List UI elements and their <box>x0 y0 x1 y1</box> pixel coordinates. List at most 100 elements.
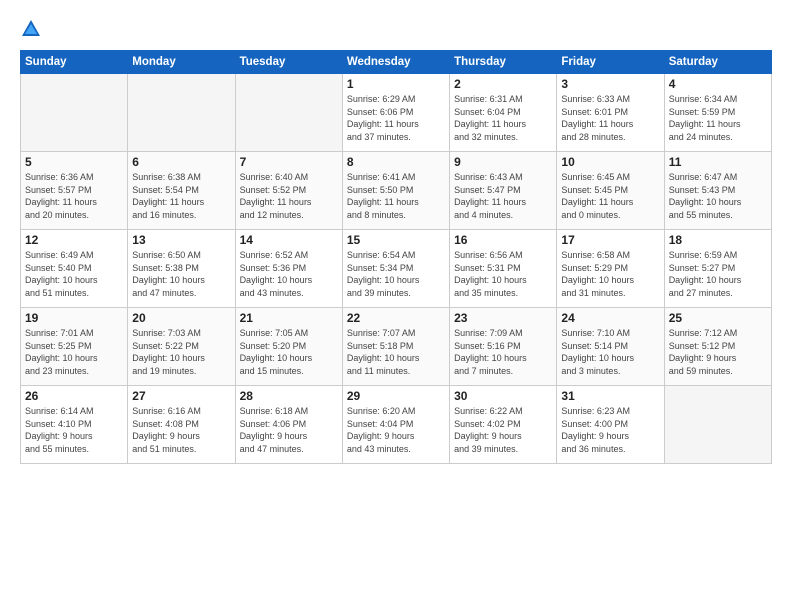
day-info: Sunrise: 6:43 AM Sunset: 5:47 PM Dayligh… <box>454 171 552 221</box>
day-info: Sunrise: 6:34 AM Sunset: 5:59 PM Dayligh… <box>669 93 767 143</box>
page: SundayMondayTuesdayWednesdayThursdayFrid… <box>0 0 792 612</box>
day-number: 1 <box>347 77 445 91</box>
day-info: Sunrise: 6:47 AM Sunset: 5:43 PM Dayligh… <box>669 171 767 221</box>
calendar-cell: 9 Sunrise: 6:43 AM Sunset: 5:47 PM Daylig… <box>450 152 557 230</box>
calendar-header-sunday: Sunday <box>21 51 128 74</box>
day-info: Sunrise: 6:49 AM Sunset: 5:40 PM Dayligh… <box>25 249 123 299</box>
calendar-cell: 2 Sunrise: 6:31 AM Sunset: 6:04 PM Daylig… <box>450 74 557 152</box>
day-number: 29 <box>347 389 445 403</box>
day-info: Sunrise: 6:52 AM Sunset: 5:36 PM Dayligh… <box>240 249 338 299</box>
day-info: Sunrise: 7:07 AM Sunset: 5:18 PM Dayligh… <box>347 327 445 377</box>
day-number: 7 <box>240 155 338 169</box>
day-info: Sunrise: 6:36 AM Sunset: 5:57 PM Dayligh… <box>25 171 123 221</box>
day-info: Sunrise: 6:18 AM Sunset: 4:06 PM Dayligh… <box>240 405 338 455</box>
day-number: 11 <box>669 155 767 169</box>
calendar-cell: 29 Sunrise: 6:20 AM Sunset: 4:04 PM Dayli… <box>342 386 449 464</box>
day-number: 26 <box>25 389 123 403</box>
day-info: Sunrise: 6:33 AM Sunset: 6:01 PM Dayligh… <box>561 93 659 143</box>
day-info: Sunrise: 6:38 AM Sunset: 5:54 PM Dayligh… <box>132 171 230 221</box>
calendar-cell <box>21 74 128 152</box>
calendar-cell: 1 Sunrise: 6:29 AM Sunset: 6:06 PM Daylig… <box>342 74 449 152</box>
calendar-table: SundayMondayTuesdayWednesdayThursdayFrid… <box>20 50 772 464</box>
calendar-cell: 27Sunrise: 6:16 AM Sunset: 4:08 PM Dayli… <box>128 386 235 464</box>
logo-icon <box>20 18 42 40</box>
calendar-week-row: 26 Sunrise: 6:14 AM Sunset: 4:10 PM Dayli… <box>21 386 772 464</box>
day-info: Sunrise: 6:23 AM Sunset: 4:00 PM Dayligh… <box>561 405 659 455</box>
calendar-cell: 13 Sunrise: 6:50 AM Sunset: 5:38 PM Dayli… <box>128 230 235 308</box>
day-info: Sunrise: 6:22 AM Sunset: 4:02 PM Dayligh… <box>454 405 552 455</box>
day-number: 5 <box>25 155 123 169</box>
day-number: 31 <box>561 389 659 403</box>
calendar-cell: 24Sunrise: 7:10 AM Sunset: 5:14 PM Dayli… <box>557 308 664 386</box>
day-number: 23 <box>454 311 552 325</box>
day-info: Sunrise: 6:20 AM Sunset: 4:04 PM Dayligh… <box>347 405 445 455</box>
calendar-cell: 18 Sunrise: 6:59 AM Sunset: 5:27 PM Dayli… <box>664 230 771 308</box>
calendar-header-friday: Friday <box>557 51 664 74</box>
day-number: 13 <box>132 233 230 247</box>
calendar-cell: 7 Sunrise: 6:40 AM Sunset: 5:52 PM Daylig… <box>235 152 342 230</box>
calendar-cell: 11 Sunrise: 6:47 AM Sunset: 5:43 PM Dayli… <box>664 152 771 230</box>
day-info: Sunrise: 6:45 AM Sunset: 5:45 PM Dayligh… <box>561 171 659 221</box>
calendar-header-monday: Monday <box>128 51 235 74</box>
calendar-cell: 31 Sunrise: 6:23 AM Sunset: 4:00 PM Dayli… <box>557 386 664 464</box>
day-info: Sunrise: 7:12 AM Sunset: 5:12 PM Dayligh… <box>669 327 767 377</box>
calendar-cell: 4 Sunrise: 6:34 AM Sunset: 5:59 PM Daylig… <box>664 74 771 152</box>
calendar-cell: 28 Sunrise: 6:18 AM Sunset: 4:06 PM Dayli… <box>235 386 342 464</box>
day-number: 22 <box>347 311 445 325</box>
day-number: 17 <box>561 233 659 247</box>
calendar-cell <box>128 74 235 152</box>
calendar-week-row: 12 Sunrise: 6:49 AM Sunset: 5:40 PM Dayli… <box>21 230 772 308</box>
day-info: Sunrise: 7:01 AM Sunset: 5:25 PM Dayligh… <box>25 327 123 377</box>
calendar-cell: 15Sunrise: 6:54 AM Sunset: 5:34 PM Dayli… <box>342 230 449 308</box>
day-number: 28 <box>240 389 338 403</box>
day-number: 30 <box>454 389 552 403</box>
day-info: Sunrise: 7:03 AM Sunset: 5:22 PM Dayligh… <box>132 327 230 377</box>
calendar-header-tuesday: Tuesday <box>235 51 342 74</box>
day-number: 8 <box>347 155 445 169</box>
day-info: Sunrise: 7:05 AM Sunset: 5:20 PM Dayligh… <box>240 327 338 377</box>
calendar-cell: 14 Sunrise: 6:52 AM Sunset: 5:36 PM Dayli… <box>235 230 342 308</box>
calendar-cell: 20 Sunrise: 7:03 AM Sunset: 5:22 PM Dayli… <box>128 308 235 386</box>
day-number: 6 <box>132 155 230 169</box>
day-info: Sunrise: 6:50 AM Sunset: 5:38 PM Dayligh… <box>132 249 230 299</box>
calendar-cell: 22 Sunrise: 7:07 AM Sunset: 5:18 PM Dayli… <box>342 308 449 386</box>
day-number: 3 <box>561 77 659 91</box>
day-number: 15 <box>347 233 445 247</box>
calendar-cell: 12 Sunrise: 6:49 AM Sunset: 5:40 PM Dayli… <box>21 230 128 308</box>
day-number: 12 <box>25 233 123 247</box>
day-info: Sunrise: 7:10 AM Sunset: 5:14 PM Dayligh… <box>561 327 659 377</box>
calendar-cell <box>235 74 342 152</box>
header <box>20 18 772 40</box>
calendar-cell: 6 Sunrise: 6:38 AM Sunset: 5:54 PM Daylig… <box>128 152 235 230</box>
day-info: Sunrise: 6:31 AM Sunset: 6:04 PM Dayligh… <box>454 93 552 143</box>
calendar-cell: 5 Sunrise: 6:36 AM Sunset: 5:57 PM Daylig… <box>21 152 128 230</box>
calendar-cell: 26 Sunrise: 6:14 AM Sunset: 4:10 PM Dayli… <box>21 386 128 464</box>
calendar-header-thursday: Thursday <box>450 51 557 74</box>
day-info: Sunrise: 6:40 AM Sunset: 5:52 PM Dayligh… <box>240 171 338 221</box>
calendar-cell: 8 Sunrise: 6:41 AM Sunset: 5:50 PM Daylig… <box>342 152 449 230</box>
day-number: 9 <box>454 155 552 169</box>
day-info: Sunrise: 6:16 AM Sunset: 4:08 PM Dayligh… <box>132 405 230 455</box>
day-info: Sunrise: 6:14 AM Sunset: 4:10 PM Dayligh… <box>25 405 123 455</box>
day-number: 16 <box>454 233 552 247</box>
calendar-cell: 23 Sunrise: 7:09 AM Sunset: 5:16 PM Dayli… <box>450 308 557 386</box>
calendar-header-row: SundayMondayTuesdayWednesdayThursdayFrid… <box>21 51 772 74</box>
day-info: Sunrise: 6:41 AM Sunset: 5:50 PM Dayligh… <box>347 171 445 221</box>
day-info: Sunrise: 6:29 AM Sunset: 6:06 PM Dayligh… <box>347 93 445 143</box>
day-number: 20 <box>132 311 230 325</box>
day-info: Sunrise: 7:09 AM Sunset: 5:16 PM Dayligh… <box>454 327 552 377</box>
calendar-cell: 17Sunrise: 6:58 AM Sunset: 5:29 PM Dayli… <box>557 230 664 308</box>
calendar-cell: 21Sunrise: 7:05 AM Sunset: 5:20 PM Dayli… <box>235 308 342 386</box>
calendar-week-row: 19Sunrise: 7:01 AM Sunset: 5:25 PM Dayli… <box>21 308 772 386</box>
day-number: 4 <box>669 77 767 91</box>
calendar-week-row: 1 Sunrise: 6:29 AM Sunset: 6:06 PM Daylig… <box>21 74 772 152</box>
calendar-cell: 30 Sunrise: 6:22 AM Sunset: 4:02 PM Dayli… <box>450 386 557 464</box>
calendar-cell: 19Sunrise: 7:01 AM Sunset: 5:25 PM Dayli… <box>21 308 128 386</box>
day-info: Sunrise: 6:59 AM Sunset: 5:27 PM Dayligh… <box>669 249 767 299</box>
calendar-cell <box>664 386 771 464</box>
logo <box>20 18 44 40</box>
day-number: 2 <box>454 77 552 91</box>
day-number: 14 <box>240 233 338 247</box>
day-number: 10 <box>561 155 659 169</box>
day-number: 18 <box>669 233 767 247</box>
